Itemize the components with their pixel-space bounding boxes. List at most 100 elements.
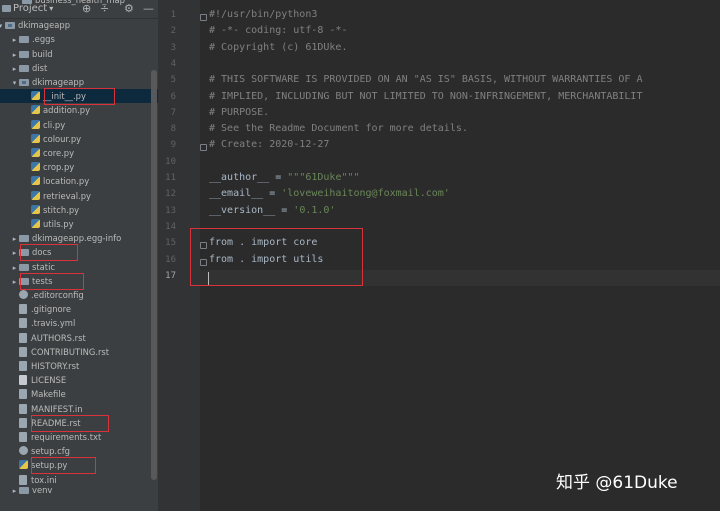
folder-item[interactable]: ▾ dkimageapp (0, 18, 70, 32)
text-file-icon (19, 346, 27, 357)
item-label: static (32, 261, 55, 272)
fold-marker-icon[interactable] (200, 14, 207, 21)
python-file-icon (31, 119, 40, 129)
chevron-right-icon[interactable]: ▸ (10, 261, 19, 275)
item-label: Makefile (31, 389, 66, 400)
file-item[interactable]: cli.py (22, 118, 65, 132)
python-file-icon (31, 204, 40, 214)
item-label: dkimageapp (18, 20, 71, 31)
item-label: venv (32, 484, 53, 495)
code-line: # PURPOSE. (209, 106, 270, 118)
file-item[interactable]: setup.cfg (10, 444, 70, 458)
fold-marker-icon[interactable] (200, 242, 207, 250)
gear-icon[interactable]: ⚙ (124, 2, 134, 15)
highlight-box (20, 244, 78, 262)
string-literal: """61Duke""" (287, 172, 360, 183)
folder-item[interactable]: ▾ dkimageapp (10, 75, 84, 89)
code-line: # See the Readme Document for more detai… (209, 123, 468, 135)
python-file-icon (31, 91, 40, 101)
line-number: 14 (165, 221, 176, 232)
file-item[interactable]: MANIFEST.in (10, 402, 83, 416)
highlight-box (31, 457, 96, 475)
file-item[interactable]: colour.py (22, 132, 81, 146)
variable-name: __email__ (209, 188, 264, 200)
folder-item[interactable]: ▸ .eggs (10, 32, 55, 46)
item-label: cli.py (43, 119, 66, 130)
code-line: # -*- coding: utf-8 -*- (209, 25, 348, 37)
line-number: 6 (170, 91, 176, 102)
folder-item[interactable]: ▸ venv (10, 483, 53, 498)
fold-marker-icon[interactable] (200, 144, 207, 152)
config-file-icon (19, 290, 28, 299)
operator: = (263, 188, 282, 200)
line-number: 2 (170, 26, 176, 37)
file-item[interactable]: .travis.yml (10, 316, 75, 330)
folder-icon (5, 22, 15, 30)
file-item[interactable]: utils.py (22, 217, 74, 231)
item-label: stitch.py (43, 204, 80, 215)
code-line: # Copyright (c) 61DUke. (209, 41, 348, 53)
folder-icon (22, 0, 32, 4)
chevron-down-icon[interactable]: ▾ (10, 76, 19, 90)
code-line: # THIS SOFTWARE IS PROVIDED ON AN "AS IS… (209, 74, 643, 86)
item-label: .gitignore (31, 304, 72, 315)
file-item[interactable]: Makefile (10, 387, 66, 401)
operator: = (269, 172, 288, 183)
chevron-right-icon[interactable]: ▸ (10, 48, 19, 62)
folder-item[interactable]: business_health_map (22, 0, 125, 7)
folder-item[interactable]: ▸ static (10, 260, 55, 274)
chevron-right-icon[interactable]: ▸ (10, 232, 19, 246)
file-item[interactable]: .gitignore (10, 302, 71, 316)
file-item[interactable]: location.py (22, 174, 89, 188)
folder-icon (19, 36, 29, 44)
python-file-icon (31, 148, 40, 157)
line-number: 15 (165, 238, 176, 249)
code-line: #!/usr/bin/python3 (209, 9, 318, 20)
file-item[interactable]: stitch.py (22, 203, 79, 217)
chevron-right-icon[interactable]: ▸ (10, 484, 19, 498)
line-number: 7 (170, 107, 176, 118)
python-file-icon (31, 176, 40, 186)
folder-icon (19, 235, 29, 243)
file-item[interactable]: requirements.txt (10, 430, 101, 444)
file-item[interactable]: core.py (22, 146, 74, 160)
text-file-icon (19, 318, 27, 329)
file-item[interactable]: crop.py (22, 160, 74, 174)
folder-item[interactable]: ▸ dist (10, 61, 48, 76)
text-file-icon (19, 304, 27, 315)
folder-icon (19, 263, 29, 271)
folder-icon (19, 79, 29, 86)
code-line: __email__ = 'loveweihaitong@foxmail.com' (209, 186, 450, 202)
file-item[interactable]: HISTORY.rst (10, 359, 79, 373)
item-label: .eggs (32, 34, 55, 45)
file-item[interactable]: .editorconfig (10, 288, 84, 302)
python-file-icon (31, 190, 40, 200)
chevron-right-icon[interactable]: ▸ (10, 246, 19, 260)
folder-item[interactable]: ▸ build (10, 47, 53, 61)
file-item[interactable]: addition.py (22, 103, 90, 117)
hide-panel-icon[interactable]: — (143, 2, 154, 15)
line-number: 5 (170, 75, 176, 86)
item-label: requirements.txt (31, 432, 102, 442)
operator: = (275, 204, 294, 216)
code-line: __author__ = """61Duke""" (209, 170, 360, 186)
item-label: MANIFEST.in (31, 403, 83, 414)
line-number: 1 (170, 10, 176, 20)
python-file-icon (31, 162, 40, 172)
file-item[interactable]: AUTHORS.rst (10, 331, 86, 345)
string-literal: '0.1.0' (293, 204, 336, 216)
chevron-right-icon[interactable]: ▸ (10, 33, 19, 47)
highlight-box (20, 272, 84, 290)
python-file-icon (19, 460, 28, 470)
folder-item[interactable]: ▸ dkimageapp.egg-info (10, 231, 121, 245)
fold-marker-icon[interactable] (200, 258, 207, 266)
chevron-right-icon[interactable]: ▸ (10, 275, 19, 289)
import-highlight-box (190, 228, 363, 286)
chevron-right-icon[interactable]: ▸ (10, 62, 19, 76)
item-label: AUTHORS.rst (31, 332, 86, 343)
file-item[interactable]: retrieval.py (22, 189, 91, 203)
text-file-icon (19, 432, 27, 442)
file-item[interactable]: CONTRIBUTING.rst (10, 345, 109, 359)
file-item[interactable]: LICENSE (10, 373, 66, 387)
line-number: 12 (165, 189, 176, 200)
